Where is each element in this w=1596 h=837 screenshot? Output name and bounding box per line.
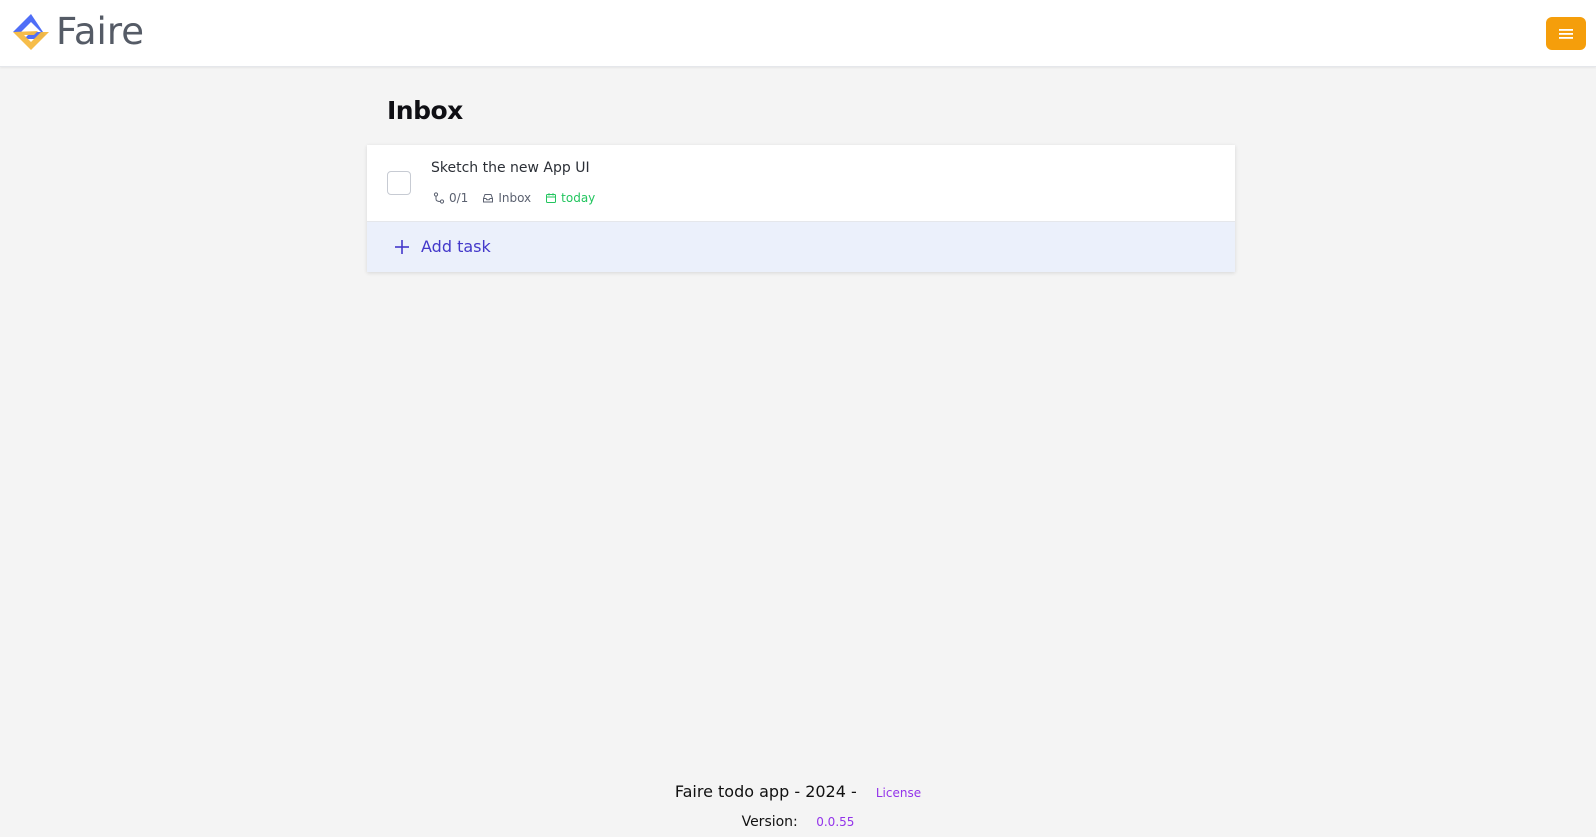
- task-checkbox[interactable]: [387, 171, 411, 195]
- task-list: Sketch the new App UI 0/1 Inbox today Ad…: [367, 145, 1235, 272]
- version-link[interactable]: 0.0.55: [816, 815, 854, 829]
- task-item[interactable]: Sketch the new App UI 0/1 Inbox today: [367, 145, 1235, 222]
- task-due-date[interactable]: today: [545, 191, 595, 205]
- footer-copyright: Faire todo app - 2024 - License: [674, 782, 922, 801]
- menu-button[interactable]: [1546, 17, 1586, 50]
- inbox-icon: [483, 194, 494, 203]
- faire-logo-icon: [13, 14, 49, 50]
- task-title[interactable]: Sketch the new App UI: [431, 160, 590, 176]
- calendar-icon: [546, 193, 557, 203]
- plus-icon: [395, 240, 409, 254]
- hamburger-menu-icon: [1559, 28, 1573, 39]
- task-meta: 0/1 Inbox today: [433, 191, 609, 205]
- license-link[interactable]: License: [876, 786, 921, 800]
- page-title: Inbox: [387, 96, 463, 125]
- logo-text: Faire: [56, 10, 145, 53]
- top-bar: Faire: [0, 0, 1596, 67]
- subtask-count: 0/1: [433, 191, 468, 205]
- add-task-label: Add task: [421, 237, 491, 256]
- footer-version: Version: 0.0.55: [741, 814, 855, 830]
- subtask-icon: [433, 192, 445, 204]
- logo[interactable]: Faire: [10, 10, 144, 54]
- task-project[interactable]: Inbox: [482, 191, 531, 205]
- add-task-button[interactable]: Add task: [367, 222, 1235, 272]
